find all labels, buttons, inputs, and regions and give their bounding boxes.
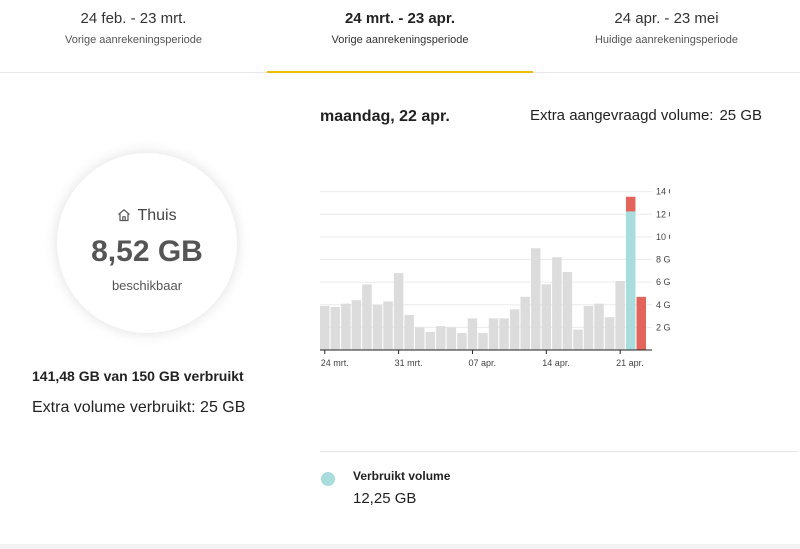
period-tabs: 24 feb. - 23 mrt. Vorige aanrekeningsper…	[0, 0, 800, 73]
extra-volume-used-text: Extra volume verbruikt: 25 GB	[32, 399, 246, 416]
usage-bar[interactable]	[573, 329, 583, 350]
usage-bar[interactable]	[320, 305, 330, 350]
usage-bar[interactable]	[615, 281, 625, 350]
y-tick-label: 6 GB	[656, 277, 670, 287]
legend-swatch	[321, 472, 335, 486]
usage-bar[interactable]	[488, 318, 499, 350]
x-tick-label: 21 apr.	[616, 358, 644, 368]
usage-bar[interactable]	[404, 314, 414, 350]
extra-volume-bar[interactable]	[636, 296, 647, 350]
usage-bar[interactable]	[436, 326, 446, 350]
legend-title: Verbruikt volume	[353, 469, 451, 483]
usage-bar[interactable]	[467, 318, 478, 350]
usage-bar[interactable]	[541, 284, 552, 350]
tab-period-apr-may[interactable]: 24 apr. - 23 mei Huidige aanrekeningsper…	[533, 0, 800, 72]
footer-band	[0, 544, 800, 549]
usage-bar[interactable]	[594, 303, 604, 350]
home-icon	[118, 209, 131, 222]
y-tick-label: 8 GB	[656, 255, 670, 265]
legend-divider	[320, 451, 798, 452]
available-label: beschikbaar	[111, 278, 183, 293]
extra-requested-value: 25 GB	[719, 107, 762, 124]
y-tick-label: 14 GB	[656, 187, 670, 197]
usage-bar[interactable]	[478, 333, 488, 350]
usage-bar[interactable]	[414, 327, 425, 350]
tab-label: Vorige aanrekeningsperiode	[65, 34, 202, 46]
usage-bar[interactable]	[330, 307, 341, 350]
tab-period-mar-apr[interactable]: 24 mrt. - 23 apr. Vorige aanrekeningsper…	[267, 0, 533, 73]
y-tick-label: 4 GB	[656, 300, 670, 310]
x-tick-label: 07 apr.	[468, 358, 496, 368]
usage-bar[interactable]	[393, 273, 404, 350]
tab-label: Vorige aanrekeningsperiode	[331, 34, 469, 46]
usage-bar[interactable]	[446, 327, 457, 350]
available-amount: 8,52 GB	[91, 235, 203, 268]
usage-bar[interactable]	[583, 305, 594, 350]
tab-period-feb-mar[interactable]: 24 feb. - 23 mrt. Vorige aanrekeningsper…	[0, 0, 267, 72]
usage-bar[interactable]	[383, 301, 393, 350]
selected-date: maandag, 22 apr.	[320, 108, 450, 125]
location: Thuis	[57, 207, 237, 225]
tab-range: 24 mrt. - 23 apr.	[344, 10, 456, 27]
usage-bar[interactable]	[531, 248, 541, 350]
tab-label: Huidige aanrekeningsperiode	[594, 34, 739, 46]
usage-bar[interactable]	[425, 331, 436, 350]
usage-bar[interactable]	[625, 211, 636, 350]
usage-bar[interactable]	[351, 300, 362, 350]
used-volume-text: 141,48 GB van 150 GB verbruikt	[32, 368, 244, 384]
x-tick-label: 14 apr.	[542, 358, 570, 368]
usage-bar[interactable]	[457, 333, 467, 350]
usage-bar[interactable]	[499, 318, 509, 350]
x-tick-label: 24 mrt.	[321, 358, 349, 368]
usage-bar[interactable]	[562, 271, 573, 350]
usage-bar[interactable]	[604, 317, 615, 350]
extra-requested-label: Extra aangevraagd volume:	[530, 107, 714, 124]
usage-bar[interactable]	[362, 284, 372, 350]
tab-range: 24 apr. - 23 mei	[614, 10, 719, 27]
available-volume-card: Thuis 8,52 GB beschikbaar	[57, 153, 237, 333]
usage-bar[interactable]	[509, 309, 520, 350]
x-tick-label: 31 mrt.	[395, 358, 423, 368]
usage-bar[interactable]	[552, 257, 562, 350]
usage-bar[interactable]	[520, 296, 530, 350]
y-tick-label: 12 GB	[656, 209, 670, 219]
location-label: Thuis	[137, 207, 177, 224]
daily-usage-chart[interactable]: 2 GB 4 GB 6 GB 8 GB 10 GB 12 GB 14 GB 24 mrt. 31…	[310, 178, 670, 370]
y-tick-label: 10 GB	[656, 232, 670, 242]
usage-bar[interactable]	[372, 304, 383, 350]
active-tab-indicator	[267, 71, 533, 73]
tab-range: 24 feb. - 23 mrt.	[80, 10, 187, 27]
y-tick-label: 2 GB	[656, 322, 670, 332]
legend-value: 12,25 GB	[353, 490, 417, 507]
extra-volume-bar[interactable]	[625, 196, 636, 212]
extra-requested-volume: Extra aangevraagd volume: 25 GB	[530, 107, 762, 124]
usage-bar[interactable]	[341, 303, 351, 350]
